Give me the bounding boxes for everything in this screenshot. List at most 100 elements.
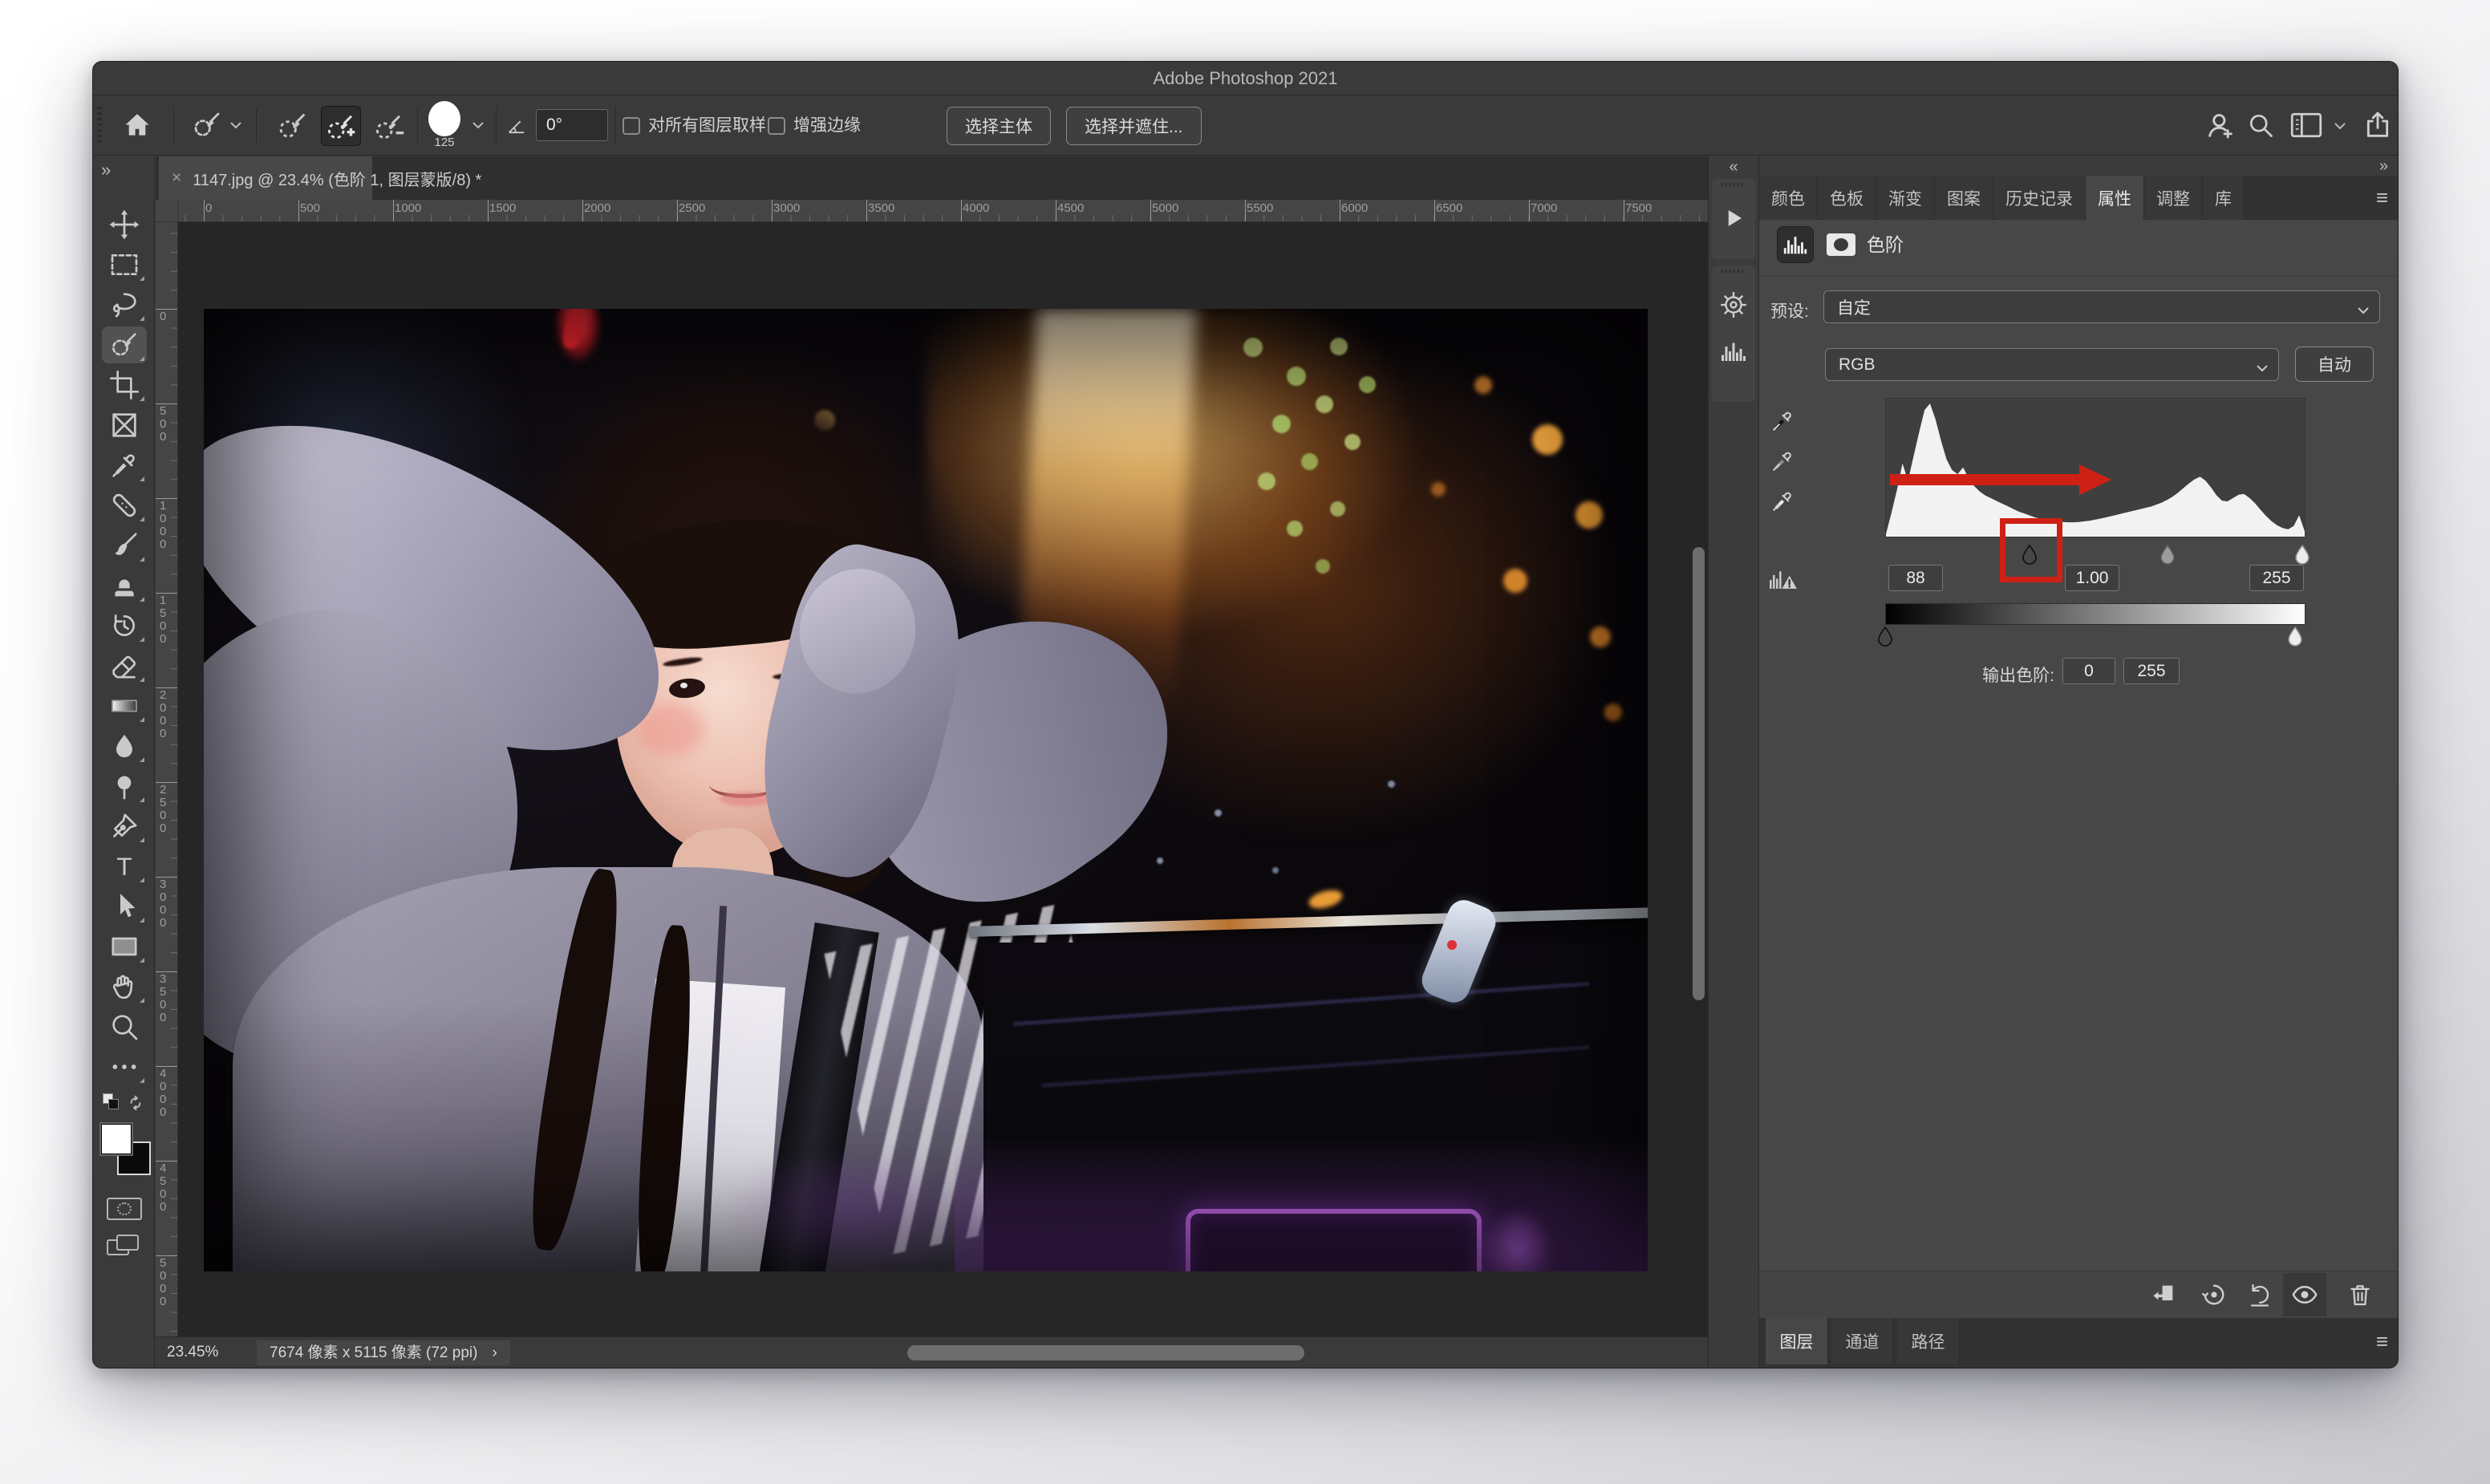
zoom-level[interactable]: 23.45% bbox=[167, 1337, 218, 1368]
tool-move[interactable] bbox=[102, 206, 147, 243]
discover-wheel-icon[interactable] bbox=[1718, 290, 1749, 324]
dock-grip[interactable] bbox=[1722, 270, 1746, 273]
output-black-slider[interactable] bbox=[1875, 626, 1896, 647]
panel-tab-调整[interactable]: 调整 bbox=[2144, 176, 2203, 220]
panel-tab-历史记录[interactable]: 历史记录 bbox=[1993, 176, 2086, 220]
tool-hand[interactable] bbox=[102, 968, 147, 1005]
vertical-ruler[interactable]: 0500100015002000250030003500400045005000 bbox=[156, 222, 178, 1336]
tool-lasso[interactable] bbox=[102, 286, 147, 323]
search-icon[interactable] bbox=[2246, 111, 2275, 140]
panel-tab-图案[interactable]: 图案 bbox=[1935, 176, 1993, 220]
tool-blur[interactable] bbox=[102, 728, 147, 764]
status-expander-icon[interactable]: › bbox=[492, 1340, 497, 1365]
document-size-status[interactable]: 7674 像素 x 5115 像素 (72 ppi) › bbox=[257, 1340, 510, 1365]
panel-menu-icon[interactable]: ≡ bbox=[2376, 176, 2388, 220]
photo-canvas[interactable] bbox=[204, 309, 1648, 1271]
select-and-mask-button[interactable]: 选择并遮住... bbox=[1066, 107, 1202, 145]
black-point-eyedropper-icon[interactable] bbox=[1769, 407, 1796, 435]
auto-button[interactable]: 自动 bbox=[2295, 347, 2374, 382]
play-icon[interactable] bbox=[1722, 205, 1746, 236]
tool-dodge[interactable] bbox=[102, 768, 147, 805]
vertical-scrollbar[interactable] bbox=[1693, 547, 1705, 1000]
tool-frame[interactable] bbox=[102, 407, 147, 444]
add-selection-mode[interactable] bbox=[321, 106, 361, 146]
select-subject-button[interactable]: 选择主体 bbox=[947, 107, 1051, 145]
histogram-panel-icon[interactable] bbox=[1719, 339, 1748, 367]
tool-clone-stamp[interactable] bbox=[102, 567, 147, 604]
panel-tab-色板[interactable]: 色板 bbox=[1818, 176, 1876, 220]
horizontal-scrollbar[interactable] bbox=[907, 1345, 1304, 1360]
tool-crop[interactable] bbox=[102, 367, 147, 403]
tool-rectangle[interactable] bbox=[102, 928, 147, 965]
tool-type[interactable]: T bbox=[102, 848, 147, 885]
tool-preset-icon[interactable] bbox=[190, 108, 224, 142]
gamma-input[interactable] bbox=[2065, 565, 2119, 591]
output-white-input[interactable] bbox=[2123, 658, 2180, 684]
enhance-edge-checkbox[interactable] bbox=[768, 117, 785, 135]
default-colors-icon[interactable] bbox=[103, 1093, 146, 1114]
white-point-eyedropper-icon[interactable] bbox=[1769, 488, 1796, 515]
horizontal-ruler[interactable]: 0500100015002000250030003500400045005000… bbox=[178, 200, 1708, 222]
toolbar-expand-icon[interactable]: » bbox=[101, 160, 111, 180]
tool-zoom[interactable] bbox=[102, 1008, 147, 1045]
output-white-slider[interactable] bbox=[2285, 626, 2305, 647]
dock-grip[interactable] bbox=[1722, 183, 1746, 186]
collapse-dock-icon[interactable]: « bbox=[1709, 158, 1758, 176]
panel-tab-图层[interactable]: 图层 bbox=[1766, 1318, 1828, 1364]
brush-preview[interactable] bbox=[428, 101, 460, 136]
screen-mode-button[interactable] bbox=[107, 1235, 142, 1260]
angle-input[interactable] bbox=[536, 109, 608, 141]
collapse-panels-icon[interactable]: » bbox=[2379, 157, 2388, 176]
ruler-corner[interactable] bbox=[156, 200, 178, 222]
clip-to-layer-icon[interactable] bbox=[2145, 1276, 2182, 1313]
title-bar[interactable]: Adobe Photoshop 2021 bbox=[93, 62, 2398, 95]
tool-quick-selection[interactable] bbox=[102, 326, 147, 363]
foreground-color-swatch[interactable] bbox=[99, 1122, 133, 1156]
delete-adjustment-icon[interactable] bbox=[2342, 1276, 2378, 1313]
close-icon[interactable]: × bbox=[172, 168, 181, 188]
panel-tab-颜色[interactable]: 颜色 bbox=[1759, 176, 1818, 220]
panel-tab-路径[interactable]: 路径 bbox=[1897, 1318, 1960, 1364]
reset-adjustment-icon[interactable] bbox=[2241, 1276, 2278, 1313]
gamma-slider[interactable] bbox=[2157, 544, 2178, 565]
tool-pen[interactable] bbox=[102, 808, 147, 845]
new-selection-mode[interactable] bbox=[273, 106, 313, 146]
black-level-input[interactable] bbox=[1888, 565, 1943, 591]
panel-tab-通道[interactable]: 通道 bbox=[1831, 1318, 1894, 1364]
tool-gradient[interactable] bbox=[102, 687, 147, 724]
share-icon[interactable] bbox=[2362, 109, 2394, 141]
chevron-down-icon[interactable] bbox=[2333, 121, 2347, 131]
white-level-input[interactable] bbox=[2249, 565, 2304, 591]
panel-tab-库[interactable]: 库 bbox=[2203, 176, 2245, 220]
gray-point-eyedropper-icon[interactable] bbox=[1769, 448, 1796, 475]
output-gradient-bar[interactable] bbox=[1885, 603, 2305, 625]
white-input-slider[interactable] bbox=[2292, 544, 2313, 565]
tool-brush[interactable] bbox=[102, 527, 147, 564]
output-black-input[interactable] bbox=[2062, 658, 2115, 684]
preset-select[interactable]: 自定 bbox=[1823, 290, 2380, 323]
tool-marquee[interactable] bbox=[102, 246, 147, 283]
layers-menu-icon[interactable]: ≡ bbox=[2376, 1318, 2388, 1364]
tool-eraser[interactable] bbox=[102, 647, 147, 684]
tool-history-brush[interactable] bbox=[102, 607, 147, 644]
add-user-icon[interactable] bbox=[2204, 109, 2237, 141]
panel-tab-渐变[interactable]: 渐变 bbox=[1876, 176, 1935, 220]
chevron-down-icon[interactable] bbox=[229, 120, 242, 130]
sample-all-layers-checkbox[interactable] bbox=[622, 117, 640, 135]
workspace-icon[interactable] bbox=[2289, 111, 2323, 140]
uncached-refresh-icon[interactable] bbox=[1767, 563, 1799, 596]
document-tab[interactable]: × 1147.jpg @ 23.4% (色阶 1, 图层蒙版/8) * bbox=[159, 156, 372, 200]
layer-mask-icon[interactable] bbox=[1827, 233, 1855, 256]
view-previous-state-icon[interactable] bbox=[2196, 1276, 2232, 1313]
channel-select[interactable]: RGB bbox=[1825, 348, 2279, 381]
canvas-pasteboard[interactable] bbox=[178, 222, 1708, 1336]
visibility-eye-icon[interactable] bbox=[2283, 1273, 2326, 1316]
panel-tab-属性[interactable]: 属性 bbox=[2086, 176, 2144, 220]
tool-path-select[interactable] bbox=[102, 888, 147, 925]
subtract-selection-mode[interactable] bbox=[369, 106, 409, 146]
quick-mask-button[interactable] bbox=[107, 1198, 142, 1220]
tool-more[interactable] bbox=[102, 1048, 147, 1085]
foreground-background-colors[interactable] bbox=[99, 1122, 149, 1178]
tool-eyedropper[interactable] bbox=[102, 447, 147, 484]
home-icon[interactable] bbox=[122, 110, 152, 140]
